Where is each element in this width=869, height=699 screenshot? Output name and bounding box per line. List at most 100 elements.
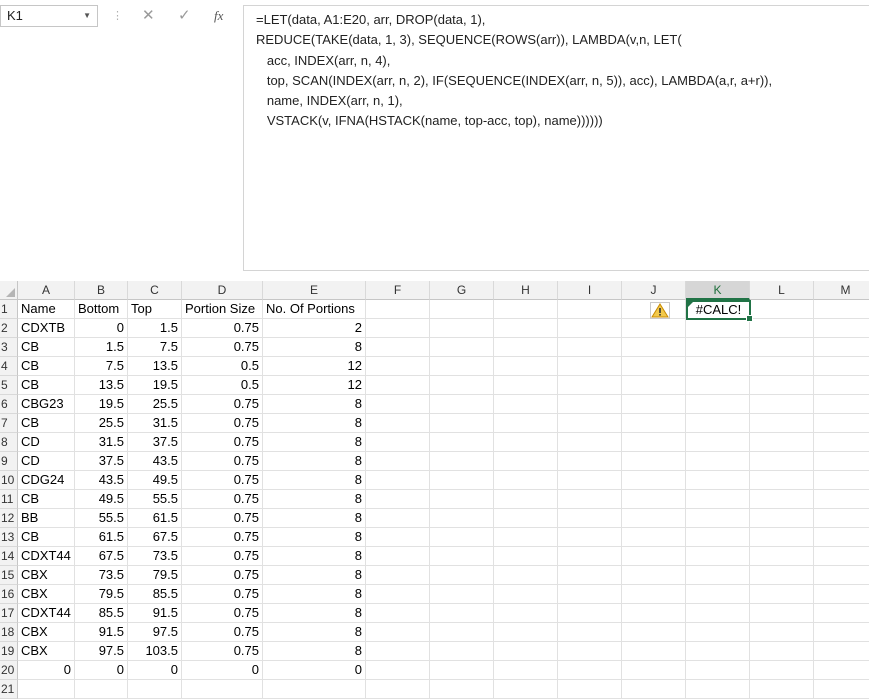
- cell-b16[interactable]: 79.5: [75, 585, 128, 604]
- cell-i11[interactable]: [558, 490, 622, 509]
- cell-h17[interactable]: [494, 604, 558, 623]
- cell-i9[interactable]: [558, 452, 622, 471]
- cell-h10[interactable]: [494, 471, 558, 490]
- cell-j8[interactable]: [622, 433, 686, 452]
- cell-i1[interactable]: [558, 300, 622, 319]
- cell-e4[interactable]: 12: [263, 357, 366, 376]
- cell-l9[interactable]: [750, 452, 814, 471]
- column-header-j[interactable]: J: [622, 281, 686, 300]
- cell-b3[interactable]: 1.5: [75, 338, 128, 357]
- cell-h11[interactable]: [494, 490, 558, 509]
- cell-e20[interactable]: 0: [263, 661, 366, 680]
- cell-g8[interactable]: [430, 433, 494, 452]
- cell-a18[interactable]: CBX: [18, 623, 75, 642]
- cell-e19[interactable]: 8: [263, 642, 366, 661]
- cell-i4[interactable]: [558, 357, 622, 376]
- cell-i16[interactable]: [558, 585, 622, 604]
- cell-d20[interactable]: 0: [182, 661, 263, 680]
- cell-c2[interactable]: 1.5: [128, 319, 182, 338]
- cell-g11[interactable]: [430, 490, 494, 509]
- cell-l21[interactable]: [750, 680, 814, 699]
- cell-b4[interactable]: 7.5: [75, 357, 128, 376]
- cell-h9[interactable]: [494, 452, 558, 471]
- cell-f19[interactable]: [366, 642, 430, 661]
- cell-i2[interactable]: [558, 319, 622, 338]
- cell-k2[interactable]: [686, 319, 750, 338]
- cell-f18[interactable]: [366, 623, 430, 642]
- cell-b19[interactable]: 97.5: [75, 642, 128, 661]
- cell-k6[interactable]: [686, 395, 750, 414]
- select-all-corner[interactable]: [0, 281, 18, 300]
- row-header[interactable]: 2: [0, 319, 18, 338]
- cell-f12[interactable]: [366, 509, 430, 528]
- cell-c21[interactable]: [128, 680, 182, 699]
- cell-h3[interactable]: [494, 338, 558, 357]
- cell-f21[interactable]: [366, 680, 430, 699]
- row-header[interactable]: 16: [0, 585, 18, 604]
- cell-e1[interactable]: No. Of Portions: [263, 300, 366, 319]
- cell-d19[interactable]: 0.75: [182, 642, 263, 661]
- cell-k3[interactable]: [686, 338, 750, 357]
- row-header[interactable]: 5: [0, 376, 18, 395]
- cell-a21[interactable]: [18, 680, 75, 699]
- cell-f9[interactable]: [366, 452, 430, 471]
- cell-f4[interactable]: [366, 357, 430, 376]
- cell-d12[interactable]: 0.75: [182, 509, 263, 528]
- cell-a13[interactable]: CB: [18, 528, 75, 547]
- fill-handle[interactable]: [746, 315, 753, 322]
- cell-a15[interactable]: CBX: [18, 566, 75, 585]
- cell-m15[interactable]: [814, 566, 869, 585]
- column-header-m[interactable]: M: [814, 281, 869, 300]
- formula-input[interactable]: =LET(data, A1:E20, arr, DROP(data, 1), R…: [243, 5, 869, 271]
- cell-f5[interactable]: [366, 376, 430, 395]
- cell-g20[interactable]: [430, 661, 494, 680]
- cell-m17[interactable]: [814, 604, 869, 623]
- cell-f11[interactable]: [366, 490, 430, 509]
- cell-e12[interactable]: 8: [263, 509, 366, 528]
- cell-j11[interactable]: [622, 490, 686, 509]
- cell-i19[interactable]: [558, 642, 622, 661]
- cell-c8[interactable]: 37.5: [128, 433, 182, 452]
- row-header[interactable]: 9: [0, 452, 18, 471]
- cell-l6[interactable]: [750, 395, 814, 414]
- cell-l15[interactable]: [750, 566, 814, 585]
- cell-j5[interactable]: [622, 376, 686, 395]
- cell-k14[interactable]: [686, 547, 750, 566]
- cell-m13[interactable]: [814, 528, 869, 547]
- cell-k11[interactable]: [686, 490, 750, 509]
- cell-l13[interactable]: [750, 528, 814, 547]
- cell-i7[interactable]: [558, 414, 622, 433]
- cell-a14[interactable]: CDXT44: [18, 547, 75, 566]
- cell-b11[interactable]: 49.5: [75, 490, 128, 509]
- more-options-icon[interactable]: ⋮: [112, 9, 123, 22]
- cell-i14[interactable]: [558, 547, 622, 566]
- cell-m7[interactable]: [814, 414, 869, 433]
- cell-d5[interactable]: 0.5: [182, 376, 263, 395]
- cell-k16[interactable]: [686, 585, 750, 604]
- cell-d8[interactable]: 0.75: [182, 433, 263, 452]
- cell-c12[interactable]: 61.5: [128, 509, 182, 528]
- cell-b17[interactable]: 85.5: [75, 604, 128, 623]
- cell-m5[interactable]: [814, 376, 869, 395]
- cell-l19[interactable]: [750, 642, 814, 661]
- cell-d7[interactable]: 0.75: [182, 414, 263, 433]
- cell-d3[interactable]: 0.75: [182, 338, 263, 357]
- cell-h18[interactable]: [494, 623, 558, 642]
- row-header[interactable]: 15: [0, 566, 18, 585]
- cell-g21[interactable]: [430, 680, 494, 699]
- cell-c3[interactable]: 7.5: [128, 338, 182, 357]
- column-header-a[interactable]: A: [18, 281, 75, 300]
- cell-d17[interactable]: 0.75: [182, 604, 263, 623]
- cell-c17[interactable]: 91.5: [128, 604, 182, 623]
- cell-e17[interactable]: 8: [263, 604, 366, 623]
- cell-a3[interactable]: CB: [18, 338, 75, 357]
- column-header-f[interactable]: F: [366, 281, 430, 300]
- cell-f10[interactable]: [366, 471, 430, 490]
- row-header[interactable]: 17: [0, 604, 18, 623]
- insert-function-icon[interactable]: fx: [214, 8, 223, 24]
- cell-i18[interactable]: [558, 623, 622, 642]
- cell-e9[interactable]: 8: [263, 452, 366, 471]
- cell-g10[interactable]: [430, 471, 494, 490]
- cell-h12[interactable]: [494, 509, 558, 528]
- cell-m16[interactable]: [814, 585, 869, 604]
